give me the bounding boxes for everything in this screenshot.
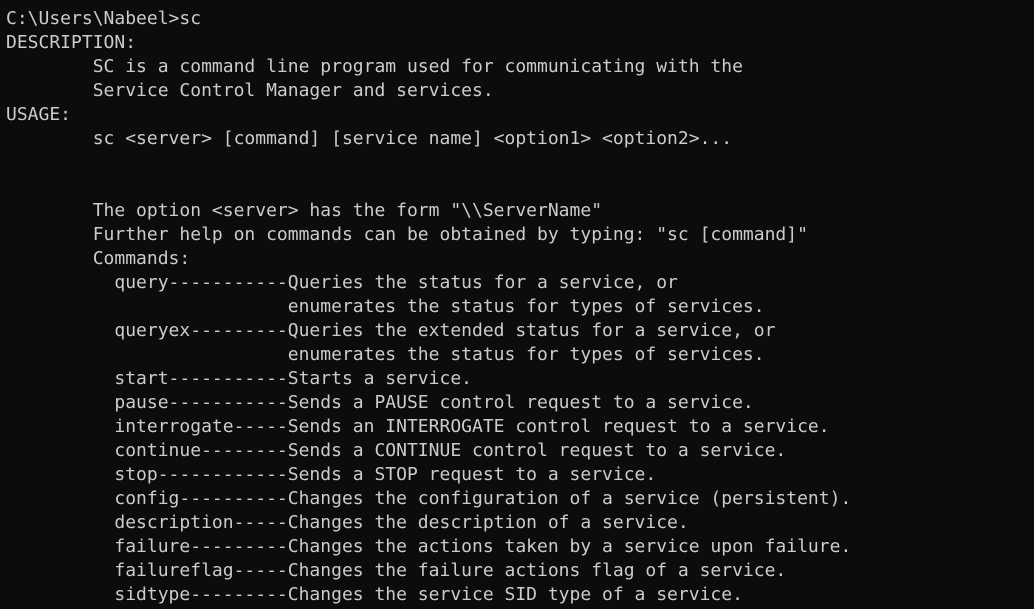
command-line-query-cont: enumerates the status for types of servi… [6, 296, 765, 317]
command-line-sidtype: sidtype---------Changes the service SID … [6, 584, 743, 605]
description-text: Service Control Manager and services. [6, 80, 494, 101]
command-line-interrogate: interrogate-----Sends an INTERROGATE con… [6, 416, 830, 437]
prompt-line: C:\Users\Nabeel>sc [6, 8, 202, 29]
command-line-description: description-----Changes the description … [6, 512, 689, 533]
description-text: SC is a command line program used for co… [6, 56, 743, 77]
command-line-queryex: queryex---------Queries the extended sta… [6, 320, 776, 341]
command-line-config: config----------Changes the configuratio… [6, 488, 852, 509]
command-line-queryex-cont: enumerates the status for types of servi… [6, 344, 765, 365]
command-line-query: query-----------Queries the status for a… [6, 272, 678, 293]
command-line-pause: pause-----------Sends a PAUSE control re… [6, 392, 754, 413]
command-line-failure: failure---------Changes the actions take… [6, 536, 852, 557]
help-text: Further help on commands can be obtained… [6, 224, 808, 245]
command-line-stop: stop------------Sends a STOP request to … [6, 464, 657, 485]
description-heading: DESCRIPTION: [6, 32, 137, 53]
usage-heading: USAGE: [6, 104, 72, 125]
command-line-failureflag: failureflag-----Changes the failure acti… [6, 560, 787, 581]
command-line-continue: continue--------Sends a CONTINUE control… [6, 440, 787, 461]
commands-heading: Commands: [6, 248, 191, 269]
console-output[interactable]: C:\Users\Nabeel>sc DESCRIPTION: SC is a … [0, 0, 1034, 609]
server-option-text: The option <server> has the form "\\Serv… [6, 200, 603, 221]
command-line-start: start-----------Starts a service. [6, 368, 472, 389]
usage-text: sc <server> [command] [service name] <op… [6, 128, 733, 149]
